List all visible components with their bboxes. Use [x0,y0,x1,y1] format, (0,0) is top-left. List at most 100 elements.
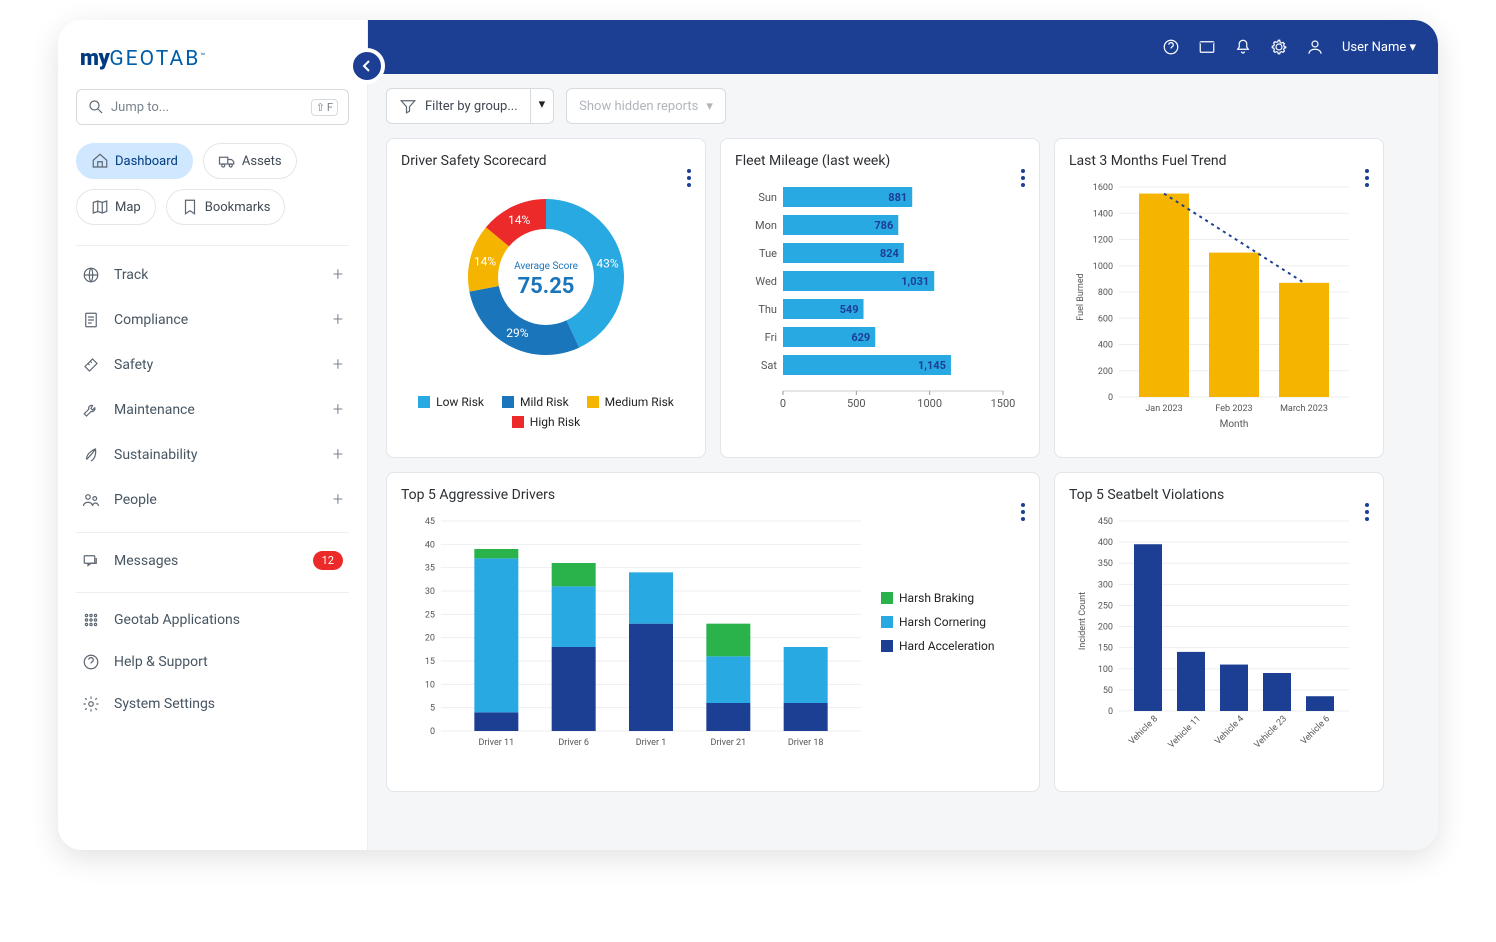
card-menu[interactable] [1021,503,1025,521]
svg-text:549: 549 [840,303,859,316]
user-menu[interactable]: User Name ▾ [1342,40,1416,55]
settings-icon[interactable] [1270,38,1288,56]
svg-text:Fri: Fri [765,331,777,344]
svg-text:600: 600 [1098,314,1113,324]
card-mileage: Fleet Mileage (last week) Sun881Mon786Tu… [720,138,1040,458]
globe-icon [82,266,100,284]
svg-text:350: 350 [1098,559,1113,569]
svg-text:500: 500 [847,397,866,410]
filter-by-group[interactable]: Filter by group... [386,88,531,124]
filter-group-dropdown[interactable]: ▾ [531,88,555,124]
show-hidden-reports[interactable]: Show hidden reports ▾ [566,88,726,124]
svg-text:1,145: 1,145 [918,359,946,372]
svg-text:200: 200 [1098,623,1113,633]
svg-text:30: 30 [425,587,435,597]
card-menu[interactable] [1021,169,1025,187]
card-title: Top 5 Seatbelt Violations [1069,487,1369,503]
svg-text:100: 100 [1098,665,1113,675]
svg-text:0: 0 [780,397,786,410]
svg-text:Vehicle 11: Vehicle 11 [1167,714,1203,750]
mileage-chart: Sun881Mon786Tue824Wed1,031Thu549Fri629Sa… [735,177,1025,447]
svg-text:Sat: Sat [761,359,778,372]
svg-text:Driver 6: Driver 6 [558,738,589,748]
card-seatbelt: Top 5 Seatbelt Violations 05010015020025… [1054,472,1384,792]
search-icon [87,98,105,116]
ruler-icon [82,356,100,374]
svg-text:Tue: Tue [759,247,777,260]
svg-text:1000: 1000 [1093,262,1113,272]
wrench-icon [82,401,100,419]
tab-bookmarks[interactable]: Bookmarks [166,189,286,225]
card-menu[interactable] [1365,169,1369,187]
svg-text:400: 400 [1098,538,1113,548]
svg-text:Driver 21: Driver 21 [711,738,747,748]
svg-text:1600: 1600 [1093,183,1113,193]
people-icon [82,491,100,509]
svg-text:250: 250 [1098,601,1113,611]
tab-map[interactable]: Map [76,189,156,225]
nav-sustainability[interactable]: Sustainability+ [76,432,349,477]
bell-icon[interactable] [1234,38,1252,56]
nav-messages[interactable]: Messages12 [76,539,349,582]
user-icon[interactable] [1306,38,1324,56]
svg-text:Vehicle 23: Vehicle 23 [1253,714,1289,750]
card-menu[interactable] [687,169,691,187]
card-title: Last 3 Months Fuel Trend [1069,153,1369,169]
svg-text:20: 20 [425,634,435,644]
gear-icon [82,695,100,713]
nav-system[interactable]: System Settings [76,683,349,725]
svg-text:Wed: Wed [755,275,777,288]
svg-text:200: 200 [1098,367,1113,377]
svg-text:Driver 18: Driver 18 [788,738,824,748]
svg-text:800: 800 [1098,288,1113,298]
scorecard-chart: 43%29%14%14%Average Score75.25 [401,177,691,387]
svg-text:Jan 2023: Jan 2023 [1145,404,1182,414]
mail-icon[interactable] [1198,38,1216,56]
svg-text:10: 10 [425,680,435,690]
messages-badge: 12 [313,551,343,570]
nav-help[interactable]: Help & Support [76,641,349,683]
nav-track[interactable]: Track+ [76,252,349,297]
svg-text:Vehicle 8: Vehicle 8 [1127,714,1160,747]
svg-text:629: 629 [851,331,870,344]
help-icon[interactable] [1162,38,1180,56]
svg-text:5: 5 [430,704,435,714]
card-menu[interactable] [1365,503,1369,521]
jump-shortcut: ⇧F [311,99,338,116]
nav-maintenance[interactable]: Maintenance+ [76,387,349,432]
svg-text:75.25: 75.25 [518,274,575,299]
svg-text:14%: 14% [508,213,530,227]
tab-assets[interactable]: Assets [203,143,297,179]
svg-text:Vehicle 4: Vehicle 4 [1213,714,1246,747]
card-fuel: Last 3 Months Fuel Trend 020040060080010… [1054,138,1384,458]
collapse-sidebar-button[interactable] [349,48,385,84]
svg-text:150: 150 [1098,644,1113,654]
svg-text:Driver 1: Driver 1 [636,738,667,748]
jump-to-input[interactable]: Jump to... ⇧F [76,89,349,125]
map-icon [91,198,109,216]
tab-dashboard[interactable]: Dashboard [76,143,193,179]
nav-people[interactable]: People+ [76,477,349,522]
card-aggressive: Top 5 Aggressive Drivers 051015202530354… [386,472,1040,792]
svg-text:29%: 29% [506,326,528,340]
svg-text:Mon: Mon [755,219,777,232]
svg-text:Fuel Burned: Fuel Burned [1076,273,1086,320]
grid-icon [82,611,100,629]
svg-text:43%: 43% [596,256,618,270]
svg-text:Sun: Sun [758,191,777,204]
svg-text:25: 25 [425,610,435,620]
nav-safety[interactable]: Safety+ [76,342,349,387]
card-scorecard: Driver Safety Scorecard 43%29%14%14%Aver… [386,138,706,458]
card-title: Driver Safety Scorecard [401,153,691,169]
nav-compliance[interactable]: Compliance+ [76,297,349,342]
svg-text:786: 786 [874,219,893,232]
card-title: Fleet Mileage (last week) [735,153,1025,169]
clipboard-icon [82,311,100,329]
svg-text:0: 0 [1108,707,1113,717]
card-title: Top 5 Aggressive Drivers [401,487,1025,503]
svg-text:0: 0 [1108,393,1113,403]
svg-text:March 2023: March 2023 [1280,404,1328,414]
nav-apps[interactable]: Geotab Applications [76,599,349,641]
svg-text:300: 300 [1098,580,1113,590]
topbar: User Name ▾ [368,20,1438,74]
